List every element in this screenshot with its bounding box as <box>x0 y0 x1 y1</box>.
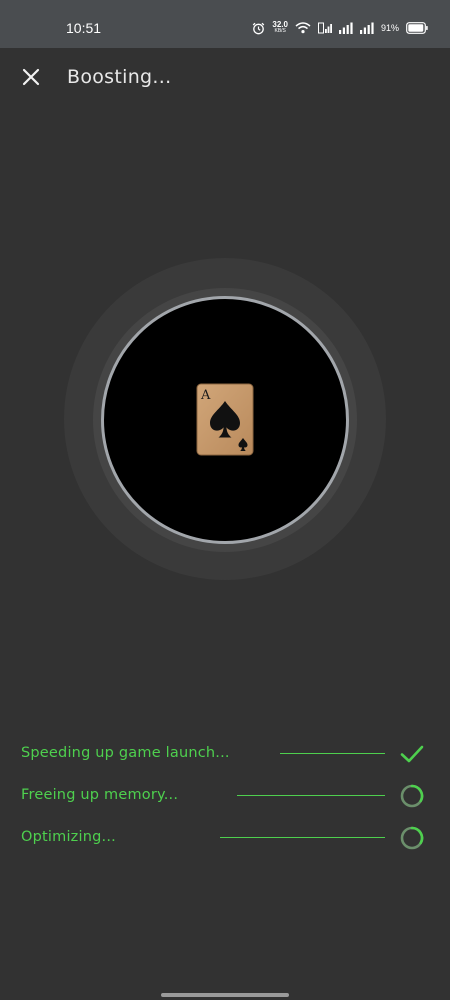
check-icon <box>400 745 424 763</box>
status-bar: 10:51 32.0 KB/S 91% <box>0 0 450 48</box>
step-row: Freeing up memory... <box>0 781 450 811</box>
step-line <box>237 795 385 796</box>
volte-icon <box>317 22 332 34</box>
home-indicator[interactable] <box>161 993 289 997</box>
step-line <box>220 837 385 838</box>
net-speed: 32.0 KB/S <box>272 21 288 35</box>
signal-icon <box>338 22 353 34</box>
status-icons: 32.0 KB/S 91% <box>252 20 428 36</box>
page-title: Boosting... <box>67 66 172 88</box>
spinner-icon <box>400 826 424 850</box>
signal-icon <box>359 22 374 34</box>
step-row: Speeding up game launch... <box>0 739 450 769</box>
step-row: Optimizing... <box>0 823 450 853</box>
step-label: Freeing up memory... <box>21 787 179 803</box>
net-speed-value: 32.0 <box>272 20 288 29</box>
status-time: 10:51 <box>66 20 102 36</box>
spinner-icon <box>400 784 424 808</box>
step-line <box>280 753 385 754</box>
battery-icon <box>406 22 428 34</box>
step-label: Optimizing... <box>21 829 116 845</box>
close-icon[interactable] <box>22 68 40 86</box>
card-rank: A <box>200 388 211 403</box>
close-button[interactable] <box>16 62 46 92</box>
header: Boosting... <box>0 48 450 108</box>
alarm-icon <box>253 22 265 34</box>
wifi-icon <box>295 22 311 34</box>
battery-percent: 91% <box>380 23 399 33</box>
net-speed-unit: KB/S <box>274 28 286 34</box>
ace-of-spades-card-icon: A <box>196 383 254 456</box>
step-label: Speeding up game launch... <box>21 745 230 761</box>
